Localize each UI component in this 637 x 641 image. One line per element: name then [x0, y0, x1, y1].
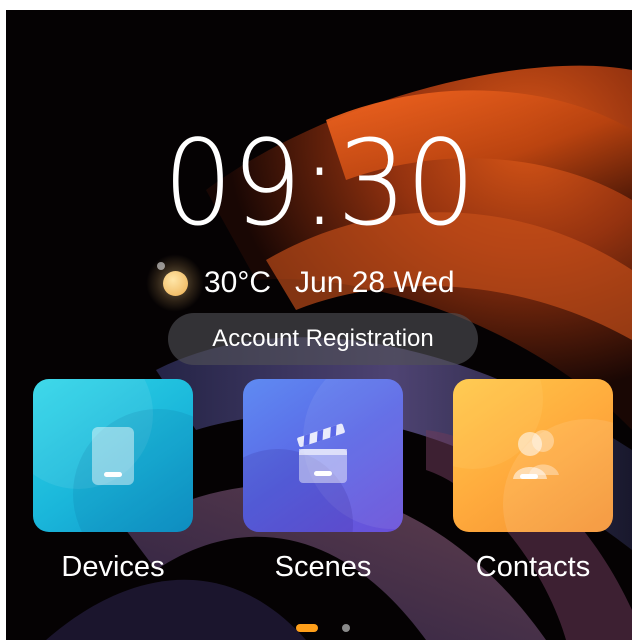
- temperature: 30°C: [204, 266, 272, 299]
- devices-tile[interactable]: [33, 379, 193, 532]
- account-registration-button[interactable]: Account Registration: [168, 313, 478, 365]
- account-registration-label: Account Registration: [212, 325, 434, 352]
- scenes-tile[interactable]: [243, 379, 403, 532]
- page-indicator: [6, 624, 632, 634]
- devices-label[interactable]: Devices: [18, 550, 208, 584]
- weather-row: 30°C Jun 28 Wed: [146, 254, 455, 312]
- page-dot-inactive[interactable]: [342, 624, 350, 632]
- page-dot-active[interactable]: [296, 624, 318, 632]
- clapperboard-icon: [297, 423, 347, 483]
- date: Jun 28 Wed: [295, 266, 455, 299]
- sun-icon: [146, 254, 204, 312]
- contacts-icon: [513, 430, 559, 479]
- contacts-tile[interactable]: [453, 379, 613, 532]
- scenes-label[interactable]: Scenes: [228, 550, 418, 584]
- home-screen: 09:30 30°C Jun 28 Wed Account Registrati…: [6, 10, 632, 640]
- contacts-label[interactable]: Contacts: [438, 550, 628, 584]
- tablet-icon: [92, 427, 134, 485]
- clock-time: 09:30: [163, 114, 476, 252]
